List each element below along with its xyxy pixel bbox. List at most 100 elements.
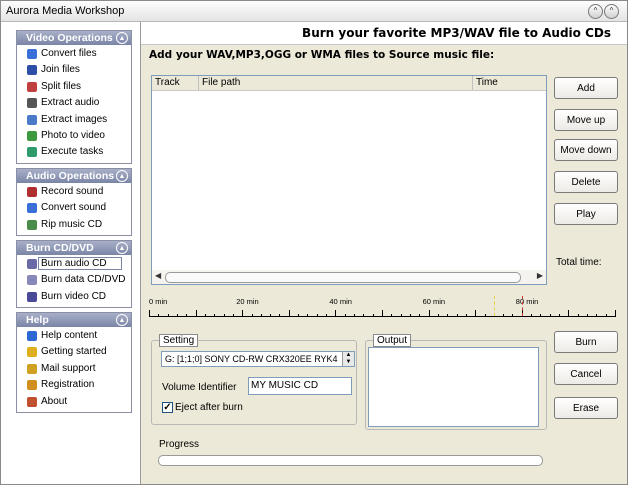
sidebar-item[interactable]: Convert sound: [17, 200, 131, 216]
ruler-tick: [465, 314, 467, 317]
delete-button[interactable]: Delete: [554, 171, 618, 193]
close-icon[interactable]: ^: [604, 4, 619, 19]
sidebar-item[interactable]: Execute tasks: [17, 144, 131, 160]
sidebar-item[interactable]: Join files: [17, 62, 131, 78]
home-icon: [27, 396, 37, 407]
column-track[interactable]: Track: [152, 76, 199, 90]
sidebar-item[interactable]: Mail support: [17, 361, 131, 377]
sidebar-item[interactable]: Burn video CD: [17, 289, 131, 305]
panel-title: Video Operations: [26, 32, 113, 44]
rip-cd-icon: [27, 219, 37, 230]
ruler-tick: [596, 314, 598, 317]
play-button[interactable]: Play: [554, 203, 618, 225]
sidebar-item[interactable]: Convert files: [17, 46, 131, 62]
sidebar-item[interactable]: Extract images: [17, 112, 131, 128]
collapse-icon[interactable]: ▲: [116, 32, 128, 44]
record-sound-icon: [27, 187, 37, 197]
drive-select[interactable]: G: [1;1;0] SONY CD-RW CRX320EE RYK4 ▲ ▼: [161, 351, 355, 367]
eject-checkbox[interactable]: ✓: [162, 402, 173, 413]
restore-icon[interactable]: ^: [588, 4, 603, 19]
list-header: Track File path Time: [152, 76, 546, 91]
ruler-tick: [335, 310, 337, 317]
collapse-icon[interactable]: ▲: [116, 242, 128, 254]
ruler-tick: [484, 314, 486, 317]
panel-header[interactable]: Burn CD/DVD ▲: [17, 241, 131, 255]
sidebar-item[interactable]: Extract audio: [17, 95, 131, 111]
burn-button[interactable]: Burn: [554, 331, 618, 353]
ruler-tick: [372, 314, 374, 317]
ruler-tick: [260, 314, 262, 317]
sidebar-item-label: Join files: [41, 64, 80, 76]
ruler-tick: [279, 314, 281, 317]
ruler-tick: [344, 314, 346, 317]
output-box[interactable]: [368, 347, 539, 427]
sidebar-item-label: Burn data CD/DVD: [41, 274, 126, 286]
sidebar-item[interactable]: Getting started: [17, 344, 131, 360]
marker-red: [521, 296, 524, 316]
sidebar-item[interactable]: About: [17, 394, 131, 410]
ruler-label: 80 min: [515, 297, 539, 306]
ruler-tick: [270, 314, 272, 317]
move-down-button[interactable]: Move down: [554, 139, 618, 161]
registration-icon: [27, 380, 37, 391]
ruler-label: 40 min: [329, 297, 352, 306]
collapse-icon[interactable]: ▲: [116, 314, 128, 326]
mail-icon: [27, 363, 37, 374]
sidebar-item[interactable]: Registration: [17, 377, 131, 393]
panel-header[interactable]: Video Operations ▲: [17, 31, 131, 45]
cancel-button[interactable]: Cancel: [554, 363, 618, 385]
ruler-tick: [149, 310, 150, 317]
sidebar-item[interactable]: Photo to video: [17, 128, 131, 144]
scroll-thumb[interactable]: [165, 272, 521, 283]
collapse-icon[interactable]: ▲: [116, 170, 128, 182]
ruler-tick: [232, 314, 234, 317]
panel-header[interactable]: Help ▲: [17, 313, 131, 327]
horizontal-scrollbar[interactable]: ◀ ▶: [152, 270, 546, 284]
sidebar-item-label: Photo to video: [41, 129, 105, 141]
scroll-left-icon[interactable]: ◀: [155, 271, 161, 280]
move-up-button[interactable]: Move up: [554, 109, 618, 131]
ruler-tick: [428, 310, 430, 317]
ruler-tick: [419, 314, 421, 317]
banner: Burn your favorite MP3/WAV file to Audio…: [141, 22, 627, 45]
sidebar-item-label: Registration: [41, 379, 95, 391]
volume-identifier-label: Volume Identifier: [162, 382, 237, 393]
ruler-tick: [437, 314, 439, 317]
panel-3: Help ▲ Help content Getting started Mail sup…: [16, 312, 132, 413]
add-button[interactable]: Add: [554, 77, 618, 99]
main-area: Burn your favorite MP3/WAV file to Audio…: [141, 22, 627, 484]
eject-label: Eject after burn: [175, 402, 243, 413]
panel-header[interactable]: Audio Operations ▲: [17, 169, 131, 183]
ruler-tick: [326, 314, 328, 317]
checkmark-icon: ✓: [163, 402, 172, 413]
ruler-tick: [400, 314, 402, 317]
ruler-label: 0 min: [149, 297, 168, 306]
scroll-right-icon[interactable]: ▶: [537, 271, 543, 280]
ruler-tick: [615, 310, 616, 317]
ruler-tick: [409, 314, 411, 317]
sidebar-item[interactable]: Burn audio CD: [17, 256, 131, 272]
sidebar-item[interactable]: Help content: [17, 328, 131, 344]
sidebar-item[interactable]: Burn data CD/DVD: [17, 272, 131, 288]
ruler-tick: [204, 314, 206, 317]
ruler-tick: [316, 314, 318, 317]
column-time[interactable]: Time: [473, 76, 546, 90]
sidebar-item-label: Burn video CD: [41, 290, 107, 302]
ruler-tick: [242, 310, 244, 317]
window-title: Aurora Media Workshop: [6, 5, 125, 17]
ruler-tick: [354, 314, 356, 317]
spin-arrows-icon[interactable]: ▲ ▼: [342, 352, 354, 366]
banner-title: Burn your favorite MP3/WAV file to Audio…: [302, 26, 611, 40]
ruler-tick: [214, 314, 216, 317]
source-file-list[interactable]: Track File path Time ◀ ▶: [151, 75, 547, 285]
column-file-path[interactable]: File path: [199, 76, 473, 90]
ruler-tick: [531, 314, 533, 317]
sidebar-item[interactable]: Rip music CD: [17, 217, 131, 233]
volume-identifier-input[interactable]: MY MUSIC CD: [248, 377, 352, 395]
sidebar-item-label: Extract audio: [41, 97, 100, 109]
erase-button[interactable]: Erase: [554, 397, 618, 419]
sidebar-item[interactable]: Record sound: [17, 184, 131, 200]
sidebar-item[interactable]: Split files: [17, 79, 131, 95]
panel-title: Burn CD/DVD: [26, 242, 94, 254]
ruler-tick: [447, 314, 449, 317]
